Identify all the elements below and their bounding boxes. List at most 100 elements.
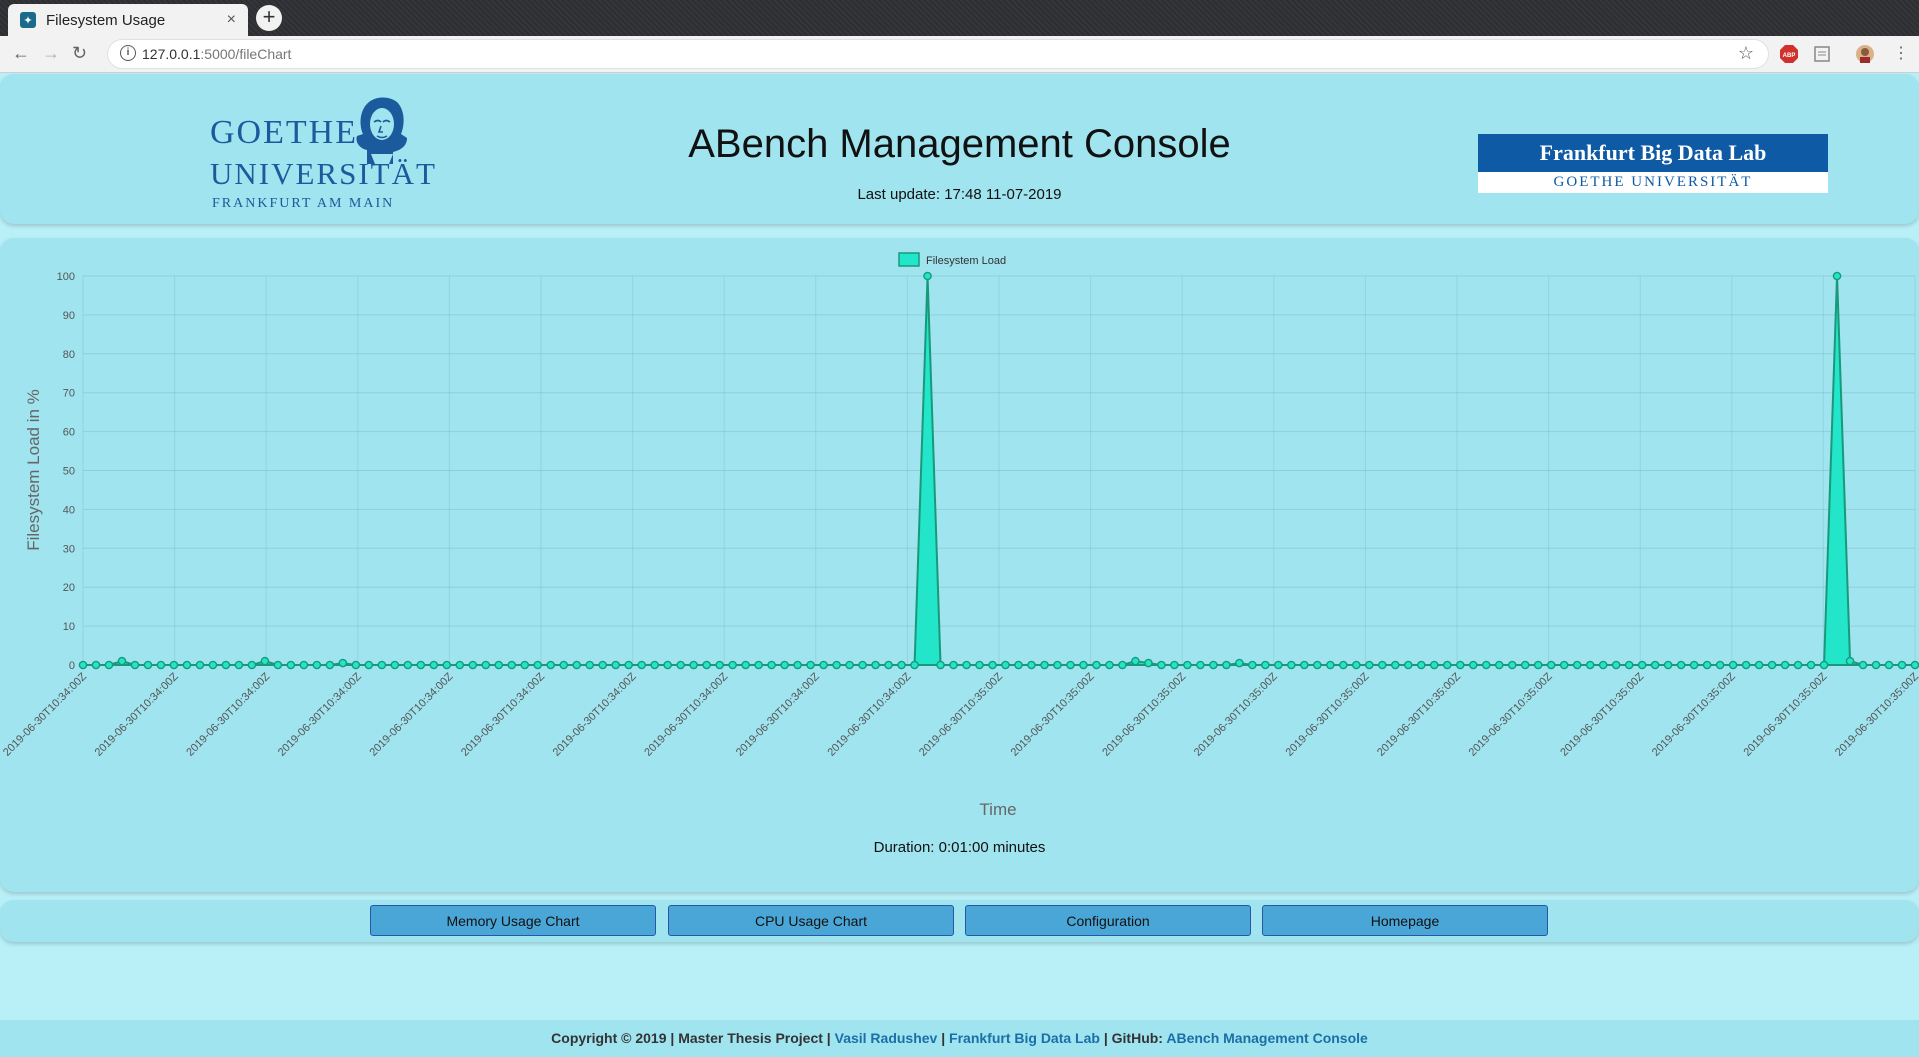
bookmark-star-icon[interactable]: ☆ (1738, 43, 1754, 64)
data-point[interactable] (845, 660, 854, 670)
data-point[interactable] (1702, 660, 1712, 670)
data-point[interactable] (1352, 660, 1361, 670)
data-point[interactable] (1209, 660, 1218, 670)
data-point[interactable] (819, 660, 828, 670)
author-link[interactable]: Vasil Radushev (835, 1030, 938, 1046)
data-point[interactable] (286, 660, 296, 670)
data-point[interactable] (728, 660, 737, 670)
data-point[interactable] (1663, 660, 1673, 670)
data-point[interactable] (1715, 660, 1725, 670)
data-point[interactable] (260, 656, 270, 666)
data-point[interactable] (572, 660, 582, 670)
data-point[interactable] (91, 660, 101, 670)
github-link[interactable]: ABench Management Console (1166, 1030, 1367, 1046)
data-point[interactable] (351, 660, 361, 670)
data-point[interactable] (1598, 660, 1608, 670)
data-point[interactable] (1689, 660, 1699, 670)
data-point[interactable] (104, 660, 114, 670)
data-point[interactable] (676, 660, 685, 670)
data-point[interactable] (1131, 656, 1140, 666)
data-point[interactable] (1416, 660, 1426, 670)
data-point[interactable] (1053, 660, 1062, 670)
data-point[interactable] (312, 660, 322, 670)
data-point[interactable] (611, 660, 621, 670)
reload-icon[interactable]: ↻ (72, 43, 87, 64)
data-point[interactable] (1884, 660, 1894, 670)
data-point[interactable] (507, 660, 517, 670)
data-point[interactable] (1559, 660, 1569, 670)
data-point[interactable] (1520, 660, 1530, 670)
data-point[interactable] (247, 660, 257, 670)
data-point[interactable] (1767, 660, 1777, 670)
data-point[interactable] (1196, 660, 1205, 670)
homepage-button[interactable]: Homepage (1262, 905, 1548, 936)
tab-close-icon[interactable]: × (227, 11, 236, 29)
data-point[interactable] (585, 660, 595, 670)
data-point[interactable] (1390, 660, 1400, 670)
data-point[interactable] (1313, 660, 1322, 670)
data-point[interactable] (1326, 660, 1335, 670)
data-point[interactable] (390, 660, 400, 670)
data-point[interactable] (1611, 660, 1621, 670)
data-point[interactable] (1001, 660, 1010, 670)
data-point[interactable] (910, 660, 919, 670)
data-point[interactable] (715, 660, 724, 670)
data-point[interactable] (338, 658, 348, 668)
data-point[interactable] (299, 660, 309, 670)
data-point[interactable] (637, 660, 647, 670)
data-point[interactable] (1365, 660, 1374, 670)
data-point[interactable] (1300, 660, 1309, 670)
data-point[interactable] (208, 660, 218, 670)
data-point[interactable] (169, 660, 179, 670)
data-point[interactable] (689, 660, 698, 670)
data-point[interactable] (1118, 660, 1127, 670)
reader-extension-icon[interactable] (1813, 45, 1831, 63)
data-point[interactable] (598, 660, 608, 670)
data-point[interactable] (377, 660, 387, 670)
data-point[interactable] (780, 660, 789, 670)
data-point[interactable] (1793, 660, 1803, 670)
data-point[interactable] (1507, 660, 1517, 670)
data-point[interactable] (429, 660, 439, 670)
address-bar[interactable]: i 127.0.0.1:5000/fileChart ☆ (108, 40, 1768, 68)
data-point[interactable] (1572, 660, 1582, 670)
data-point[interactable] (416, 660, 426, 670)
lab-link[interactable]: Frankfurt Big Data Lab (949, 1030, 1100, 1046)
adblock-extension-icon[interactable]: ABP (1780, 45, 1798, 63)
data-point[interactable] (1274, 660, 1283, 670)
data-point[interactable] (1533, 660, 1543, 670)
data-point[interactable] (754, 660, 763, 670)
data-point[interactable] (793, 660, 802, 670)
data-point[interactable] (806, 660, 815, 670)
data-point[interactable] (1806, 660, 1816, 670)
data-point[interactable] (520, 660, 530, 670)
data-point[interactable] (442, 660, 452, 670)
data-point[interactable] (1287, 660, 1296, 670)
data-point[interactable] (468, 660, 478, 670)
data-point[interactable] (130, 660, 140, 670)
data-point[interactable] (1741, 660, 1751, 670)
data-point[interactable] (988, 660, 997, 670)
data-point[interactable] (1832, 271, 1842, 281)
data-point[interactable] (1170, 660, 1179, 670)
data-point[interactable] (936, 660, 945, 670)
data-point[interactable] (195, 660, 205, 670)
data-point[interactable] (962, 660, 971, 670)
data-point[interactable] (273, 660, 283, 670)
data-point[interactable] (546, 660, 556, 670)
data-point[interactable] (1429, 660, 1439, 670)
data-point[interactable] (364, 660, 374, 670)
data-point[interactable] (1585, 660, 1595, 670)
data-point[interactable] (663, 660, 672, 670)
data-point[interactable] (494, 660, 504, 670)
data-point[interactable] (1468, 660, 1478, 670)
data-point[interactable] (1157, 660, 1166, 670)
data-point[interactable] (1624, 660, 1634, 670)
data-point[interactable] (221, 660, 231, 670)
data-point[interactable] (624, 660, 634, 670)
data-point[interactable] (1650, 660, 1660, 670)
data-point[interactable] (1066, 660, 1075, 670)
data-point[interactable] (1637, 660, 1647, 670)
browser-tab[interactable]: ✦ Filesystem Usage × (8, 4, 248, 36)
new-tab-button[interactable]: + (256, 5, 282, 31)
